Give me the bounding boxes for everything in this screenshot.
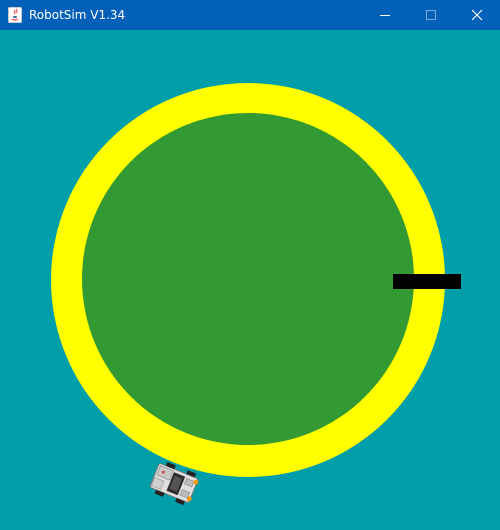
robotsim-window: RobotSim V1.34: [0, 0, 500, 530]
java-app-icon: [8, 7, 22, 23]
minimize-icon: [380, 15, 390, 16]
title-bar[interactable]: RobotSim V1.34: [0, 0, 500, 30]
window-title: RobotSim V1.34: [29, 8, 126, 22]
track-inner-field: [82, 113, 414, 445]
close-icon: [471, 9, 483, 21]
finish-line-marker: [393, 274, 461, 289]
maximize-button[interactable]: [408, 0, 454, 30]
minimize-button[interactable]: [362, 0, 408, 30]
maximize-icon: [426, 10, 436, 20]
close-button[interactable]: [454, 0, 500, 30]
simulation-canvas[interactable]: [0, 30, 500, 530]
